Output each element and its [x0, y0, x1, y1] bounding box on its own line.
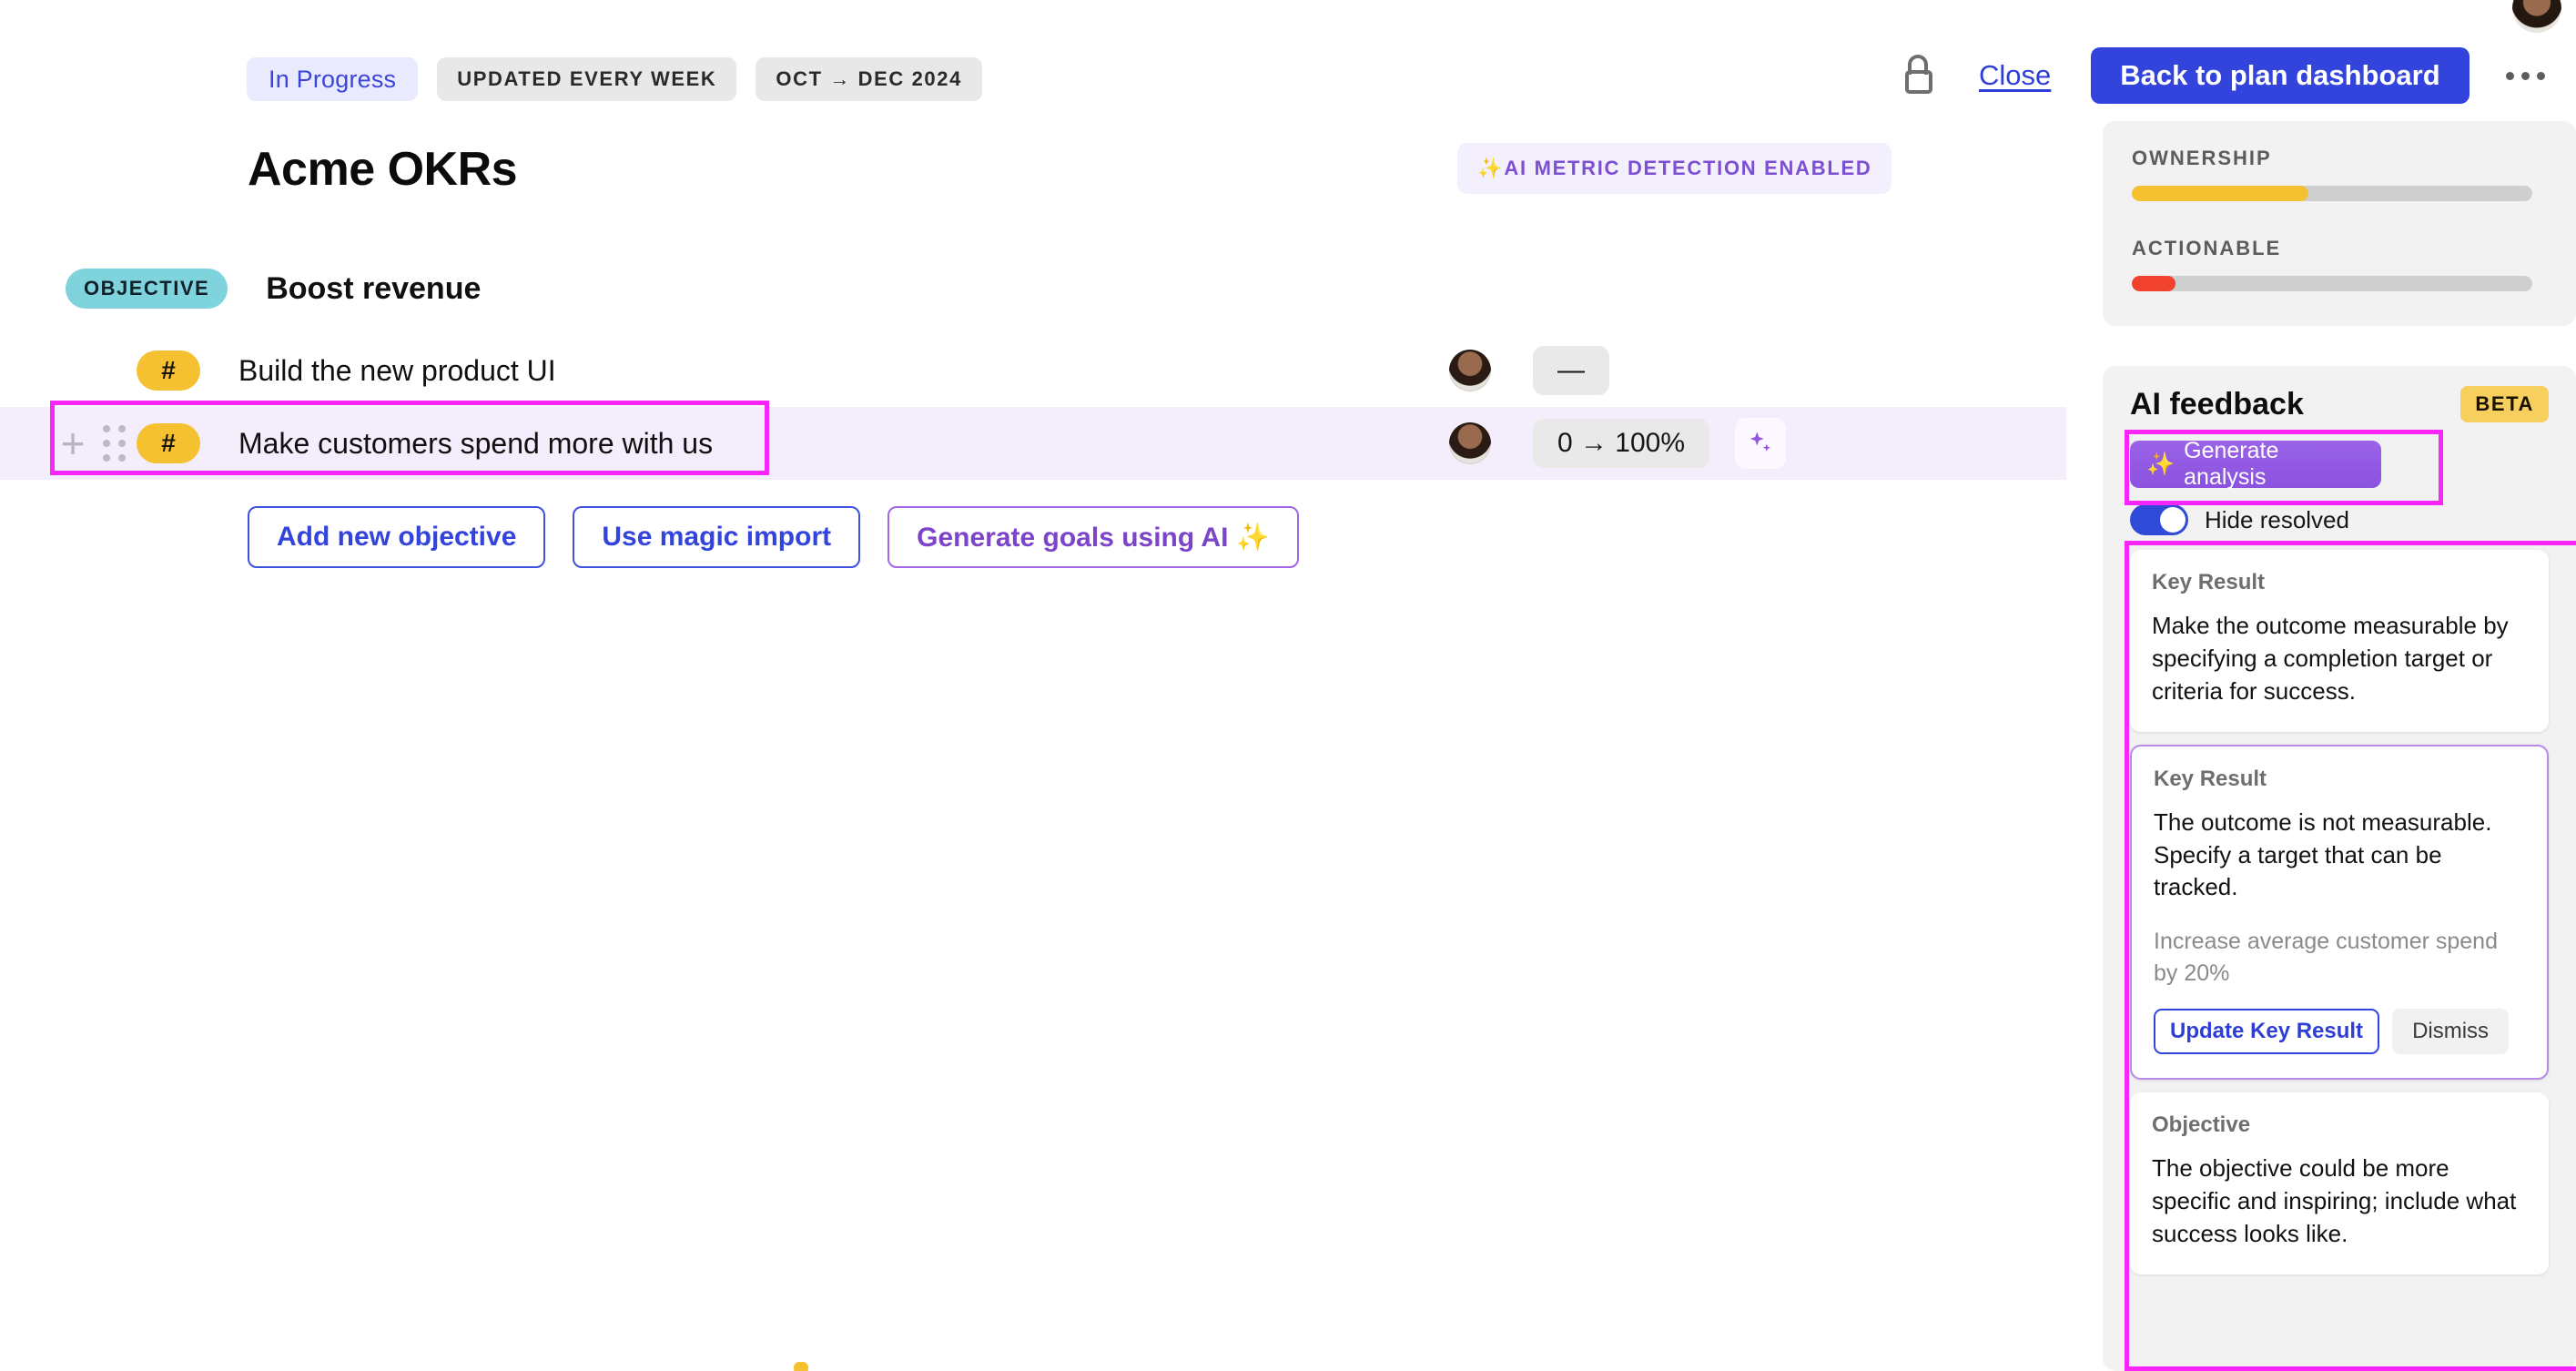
offscreen-element-sliver: [794, 1362, 808, 1371]
feedback-card-text: Make the outcome measurable by specifyin…: [2152, 610, 2527, 708]
ai-feedback-list: Key Result Make the outcome measurable b…: [2126, 550, 2552, 1275]
metrics-panel: OWNERSHIP ACTIONABLE: [2103, 121, 2576, 326]
key-result-type-icon: #: [137, 423, 200, 463]
key-result-meta: —: [1449, 346, 1609, 395]
cadence-chip[interactable]: UPDATED EVERY WEEK: [437, 57, 736, 101]
sparkles-icon: ✨: [1477, 157, 1502, 180]
metric-label: ACTIONABLE: [2132, 237, 2547, 260]
feedback-card[interactable]: Key Result The outcome is not measurable…: [2130, 745, 2549, 1081]
avatar[interactable]: [1449, 350, 1491, 391]
use-magic-import-button[interactable]: Use magic import: [573, 506, 860, 568]
feedback-card-text: The objective could be more specific and…: [2152, 1153, 2527, 1251]
hide-resolved-label: Hide resolved: [2205, 506, 2349, 534]
hide-resolved-toggle[interactable]: [2130, 504, 2188, 535]
feedback-card-kind: Key Result: [2154, 767, 2525, 792]
meta-chip-row: In Progress UPDATED EVERY WEEK OCT → DEC…: [247, 57, 982, 101]
progress-badge[interactable]: —: [1533, 346, 1609, 395]
sparkles-icon[interactable]: [1735, 418, 1786, 469]
key-result-row[interactable]: + # Make customers spend more with us 0 …: [0, 407, 2066, 480]
key-result-meta: 0 → 100%: [1449, 418, 1786, 469]
feedback-card[interactable]: Objective The objective could be more sp…: [2130, 1092, 2549, 1275]
feedback-card-kind: Objective: [2152, 1112, 2527, 1138]
drag-handle-icon[interactable]: [98, 425, 131, 462]
feedback-card-text: The outcome is not measurable. Specify a…: [2154, 807, 2525, 905]
generate-analysis-label: Generate analysis: [2184, 438, 2365, 491]
generate-analysis-button[interactable]: ✨ Generate analysis: [2130, 441, 2381, 488]
update-key-result-button[interactable]: Update Key Result: [2154, 1009, 2379, 1054]
ai-feedback-title: AI feedback: [2130, 387, 2304, 422]
progress-badge[interactable]: 0 → 100%: [1533, 419, 1709, 468]
ai-feedback-panel: AI feedback BETA ✨ Generate analysis Hid…: [2103, 366, 2576, 1371]
avatar[interactable]: [1449, 422, 1491, 464]
feedback-card-actions: Update Key Result Dismiss: [2154, 1009, 2525, 1054]
generate-analysis-wrap: ✨ Generate analysis: [2126, 430, 2552, 499]
status-chip[interactable]: In Progress: [247, 57, 418, 101]
objective-title[interactable]: Boost revenue: [266, 271, 481, 307]
unlocked-padlock-icon[interactable]: [1902, 55, 1941, 96]
objective-actions: Add new objective Use magic import Gener…: [248, 506, 1299, 568]
feedback-card-subject: Increase average customer spend by 20%: [2154, 926, 2525, 989]
ai-metric-detection-badge: ✨ AI METRIC DETECTION ENABLED: [1457, 143, 1891, 194]
sparkles-icon: ✨: [2146, 452, 2175, 478]
objective-badge: OBJECTIVE: [66, 269, 228, 309]
metric-actionable: ACTIONABLE: [2132, 237, 2547, 291]
right-sidebar: OWNERSHIP ACTIONABLE AI feedback BETA: [2103, 0, 2576, 1371]
metric-progress-bar: [2132, 186, 2532, 201]
ai-metric-detection-label: AI METRIC DETECTION ENABLED: [1504, 157, 1871, 180]
key-result-row[interactable]: # Build the new product UI —: [0, 334, 2066, 407]
key-result-title[interactable]: Make customers spend more with us: [238, 427, 713, 461]
objective-row[interactable]: OBJECTIVE Boost revenue: [0, 261, 2066, 316]
key-result-type-icon: #: [137, 350, 200, 391]
metric-ownership: OWNERSHIP: [2132, 147, 2547, 201]
add-new-objective-button[interactable]: Add new objective: [248, 506, 545, 568]
hide-resolved-row: Hide resolved: [2126, 499, 2552, 535]
period-chip[interactable]: OCT → DEC 2024: [756, 57, 982, 101]
close-link[interactable]: Close: [1979, 59, 2051, 92]
dismiss-button[interactable]: Dismiss: [2392, 1009, 2509, 1054]
metric-label: OWNERSHIP: [2132, 147, 2547, 170]
generate-goals-ai-button[interactable]: Generate goals using AI ✨: [887, 506, 1299, 568]
okr-plan-screen: In Progress UPDATED EVERY WEEK OCT → DEC…: [0, 0, 2576, 1371]
feedback-card[interactable]: Key Result Make the outcome measurable b…: [2130, 550, 2549, 732]
key-result-title[interactable]: Build the new product UI: [238, 354, 556, 388]
ai-feedback-header: AI feedback BETA: [2126, 386, 2552, 422]
add-key-result-icon[interactable]: +: [56, 422, 89, 464]
feedback-card-kind: Key Result: [2152, 570, 2527, 595]
beta-badge: BETA: [2460, 386, 2549, 422]
main-content: In Progress UPDATED EVERY WEEK OCT → DEC…: [0, 0, 2094, 1371]
page-title: Acme OKRs: [248, 142, 517, 197]
metric-progress-bar: [2132, 276, 2532, 291]
